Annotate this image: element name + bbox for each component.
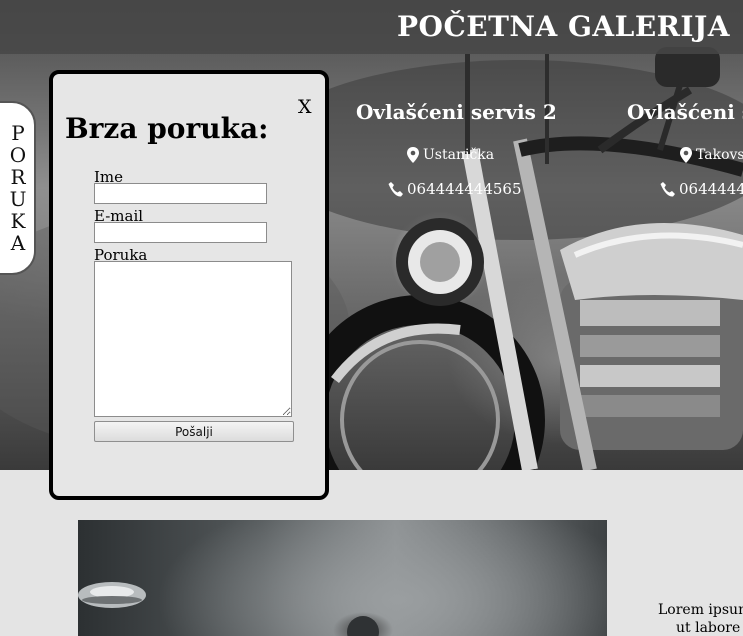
- close-button[interactable]: X: [298, 96, 312, 118]
- map-marker-icon: [407, 147, 419, 163]
- tab-letter: O: [9, 143, 27, 167]
- service-block-2: Ovlašćeni s Takovsk 06444444: [627, 100, 743, 198]
- message-textarea[interactable]: [94, 261, 292, 417]
- content-text-line: Lorem ipsum: [658, 602, 743, 618]
- ufo-image: [78, 582, 379, 636]
- service-phone: 06444444: [660, 180, 743, 198]
- content-text-line: ut labore e: [676, 620, 743, 636]
- name-input[interactable]: [94, 183, 267, 204]
- phone-icon: [660, 181, 675, 197]
- tab-letter: K: [10, 209, 26, 233]
- send-button[interactable]: Pošalji: [94, 421, 294, 442]
- service-title: Ovlašćeni servis 2: [356, 100, 557, 124]
- message-side-tab[interactable]: P O R U K A: [0, 101, 36, 275]
- service-phone-text: 064444444565: [407, 180, 522, 198]
- quick-message-panel: X Brza poruka: Ime E-mail Poruka Pošalji: [49, 70, 329, 500]
- service-block-1: Ovlašćeni servis 2 Ustanička 06444444456…: [356, 100, 596, 198]
- service-address-text: Ustanička: [423, 147, 495, 163]
- tab-letter: A: [10, 231, 26, 255]
- nav-link-gallery[interactable]: GALERIJA: [568, 10, 730, 43]
- map-marker-icon: [680, 147, 692, 163]
- email-input[interactable]: [94, 222, 267, 243]
- tab-letter: P: [11, 121, 25, 145]
- tab-letter: U: [9, 187, 27, 211]
- service-phone: 064444444565: [388, 180, 522, 198]
- service-address-text: Takovsk: [696, 147, 743, 163]
- service-title: Ovlašćeni s: [627, 100, 743, 124]
- service-phone-text: 06444444: [679, 180, 743, 198]
- panel-title: Brza poruka:: [65, 112, 269, 145]
- service-address: Ustanička: [406, 147, 494, 163]
- phone-icon: [388, 181, 403, 197]
- content-image: [78, 520, 607, 636]
- tab-letter: R: [10, 165, 26, 189]
- service-address: Takovsk: [679, 147, 743, 163]
- nav-link-home[interactable]: POČETNA: [397, 10, 558, 43]
- top-navbar: POČETNA GALERIJA: [0, 0, 743, 54]
- content-text: Lorem ipsum ut labore e: [658, 601, 743, 636]
